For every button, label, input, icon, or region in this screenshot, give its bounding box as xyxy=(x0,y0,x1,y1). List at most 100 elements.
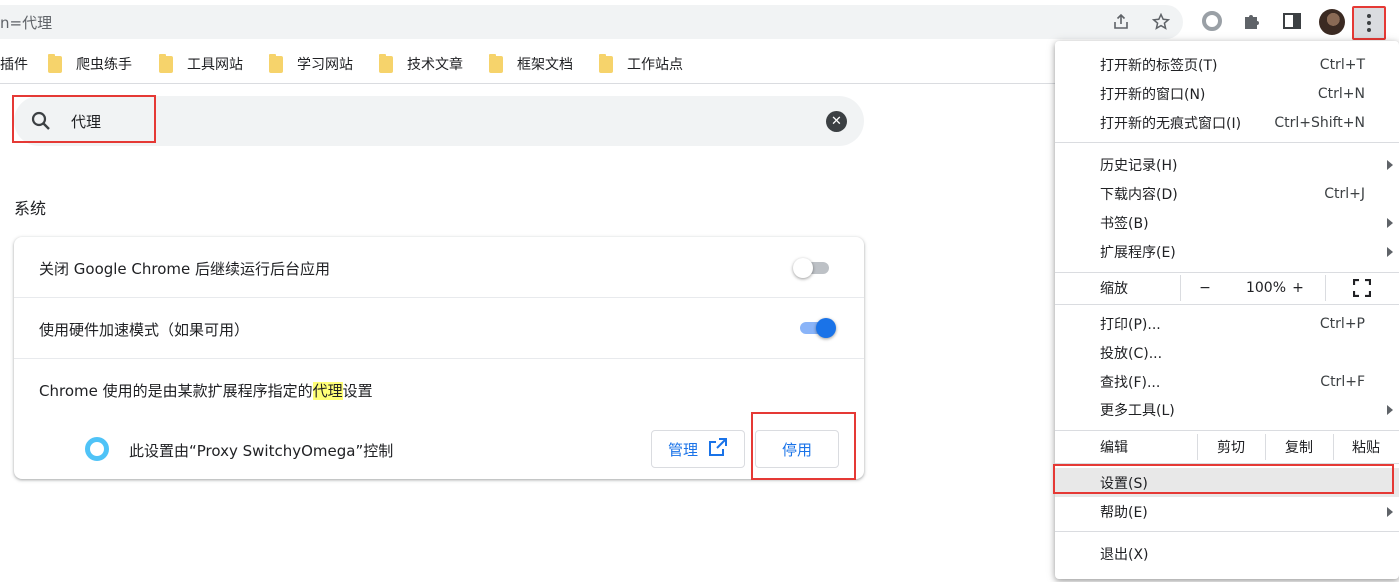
bookmark-label: 工作站点 xyxy=(627,57,683,73)
menu-label: 扩展程序(E) xyxy=(1100,244,1176,261)
bookmark-label: 框架文档 xyxy=(517,57,573,73)
bookmark-folder[interactable]: 工具网站 xyxy=(159,53,243,74)
edit-label: 编辑 xyxy=(1100,440,1128,456)
row-divider xyxy=(14,358,864,359)
menu-label: 退出(X) xyxy=(1100,546,1149,563)
menu-vertical-separator xyxy=(1325,275,1326,301)
menu-item-bookmarks[interactable]: 书签(B) xyxy=(1055,208,1399,237)
submenu-arrow-icon xyxy=(1387,506,1393,517)
bookmark-label: 插件 xyxy=(0,57,28,73)
share-icon[interactable] xyxy=(1112,13,1130,31)
search-match-highlight: 代理 xyxy=(312,382,343,400)
proxy-extension-icon[interactable] xyxy=(1200,9,1224,33)
menu-item-new-window[interactable]: 打开新的窗口(N) Ctrl+N xyxy=(1055,79,1399,108)
folder-icon xyxy=(489,53,503,73)
menu-label: 投放(C)... xyxy=(1100,345,1163,362)
menu-item-new-tab[interactable]: 打开新的标签页(T) Ctrl+T xyxy=(1055,50,1399,79)
submenu-arrow-icon xyxy=(1387,246,1393,257)
menu-item-exit[interactable]: 退出(X) xyxy=(1055,539,1399,568)
menu-separator xyxy=(1055,531,1399,532)
controlled-by-text: 此设置由“Proxy SwitchyOmega”控制 xyxy=(129,442,394,460)
cut-button[interactable]: 剪切 xyxy=(1197,432,1265,462)
menu-item-more-tools[interactable]: 更多工具(L) xyxy=(1055,395,1399,424)
menu-item-find[interactable]: 查找(F)... Ctrl+F xyxy=(1055,367,1399,396)
bookmark-label: 技术文章 xyxy=(407,57,463,73)
menu-label: 更多工具(L) xyxy=(1100,402,1175,419)
menu-zoom-row: 缩放 − 100% + xyxy=(1055,273,1399,303)
extensions-puzzle-icon[interactable] xyxy=(1240,9,1264,33)
side-panel-icon[interactable] xyxy=(1280,9,1304,33)
paste-button[interactable]: 粘贴 xyxy=(1333,432,1399,462)
menu-item-print[interactable]: 打印(P)... Ctrl+P xyxy=(1055,309,1399,338)
row-divider xyxy=(14,297,864,298)
proxy-switchyomega-icon xyxy=(85,437,109,461)
folder-icon xyxy=(269,53,283,73)
menu-edit-row: 编辑 剪切 复制 粘贴 xyxy=(1055,432,1399,462)
bookmark-folder[interactable]: 工作站点 xyxy=(599,53,683,74)
menu-item-downloads[interactable]: 下载内容(D) Ctrl+J xyxy=(1055,179,1399,208)
menu-label: 下载内容(D) xyxy=(1100,186,1178,203)
menu-shortcut: Ctrl+P xyxy=(1319,315,1365,332)
folder-icon xyxy=(599,53,613,73)
bookmark-star-icon[interactable] xyxy=(1152,13,1170,31)
menu-shortcut: Ctrl+J xyxy=(1324,185,1365,202)
menu-shortcut: Ctrl+Shift+N xyxy=(1274,114,1365,131)
menu-label: 打印(P)... xyxy=(1100,316,1161,333)
kebab-dot-icon xyxy=(1367,14,1371,18)
menu-item-cast[interactable]: 投放(C)... xyxy=(1055,338,1399,367)
toggle-knob xyxy=(793,258,813,278)
submenu-arrow-icon xyxy=(1387,217,1393,228)
system-settings-card: 关闭 Google Chrome 后继续运行后台应用 使用硬件加速模式（如果可用… xyxy=(14,237,864,479)
background-apps-label: 关闭 Google Chrome 后继续运行后台应用 xyxy=(39,260,331,278)
search-input[interactable]: 代理 xyxy=(71,111,101,132)
zoom-in-button[interactable]: + xyxy=(1288,273,1308,303)
hardware-acceleration-label: 使用硬件加速模式（如果可用） xyxy=(39,321,250,339)
menu-vertical-separator xyxy=(1180,275,1181,301)
menu-item-history[interactable]: 历史记录(H) xyxy=(1055,150,1399,179)
browser-toolbar: n=代理 xyxy=(0,0,1399,44)
bookmark-item[interactable]: 插件 xyxy=(0,54,28,74)
profile-avatar[interactable] xyxy=(1319,9,1345,35)
chrome-main-menu: 打开新的标签页(T) Ctrl+T 打开新的窗口(N) Ctrl+N 打开新的无… xyxy=(1055,41,1399,579)
menu-shortcut: Ctrl+F xyxy=(1320,373,1365,390)
zoom-label: 缩放 xyxy=(1100,281,1128,297)
folder-icon xyxy=(48,53,62,73)
clear-search-icon[interactable]: ✕ xyxy=(826,111,847,132)
zoom-level: 100% xyxy=(1245,280,1287,296)
menu-label: 打开新的窗口(N) xyxy=(1100,86,1206,103)
menu-shortcut: Ctrl+T xyxy=(1319,56,1365,73)
folder-icon xyxy=(379,53,393,73)
proxy-label-suffix: 设置 xyxy=(342,382,373,400)
folder-icon xyxy=(159,53,173,73)
fullscreen-icon[interactable] xyxy=(1351,273,1373,303)
settings-annotation-box xyxy=(1053,464,1394,494)
section-title: 系统 xyxy=(14,199,47,218)
hardware-acceleration-toggle[interactable] xyxy=(798,317,836,339)
proxy-label-prefix: Chrome 使用的是由某款扩展程序指定的 xyxy=(39,382,313,400)
search-icon xyxy=(30,110,52,132)
open-external-icon xyxy=(708,437,728,461)
toggle-knob xyxy=(816,318,836,338)
address-bar[interactable]: n=代理 xyxy=(0,5,1183,39)
bookmark-label: 爬虫练手 xyxy=(76,57,132,73)
menu-separator xyxy=(1055,304,1399,305)
menu-label: 历史记录(H) xyxy=(1100,157,1178,174)
address-bar-text: n=代理 xyxy=(0,14,53,32)
bookmark-folder[interactable]: 爬虫练手 xyxy=(48,53,132,74)
chrome-menu-button[interactable] xyxy=(1352,6,1386,40)
menu-label: 打开新的标签页(T) xyxy=(1100,57,1218,74)
submenu-arrow-icon xyxy=(1387,159,1393,170)
menu-shortcut: Ctrl+N xyxy=(1317,85,1365,102)
manage-extension-button[interactable]: 管理 xyxy=(651,430,745,468)
menu-item-incognito[interactable]: 打开新的无痕式窗口(I) Ctrl+Shift+N xyxy=(1055,108,1399,137)
disable-annotation-box xyxy=(751,412,856,480)
proxy-settings-label: Chrome 使用的是由某款扩展程序指定的代理设置 xyxy=(39,380,373,401)
copy-button[interactable]: 复制 xyxy=(1265,432,1333,462)
zoom-out-button[interactable]: − xyxy=(1195,273,1215,303)
bookmark-folder[interactable]: 框架文档 xyxy=(489,53,573,74)
menu-item-help[interactable]: 帮助(E) xyxy=(1055,497,1399,526)
background-apps-toggle[interactable] xyxy=(793,257,831,279)
bookmark-folder[interactable]: 学习网站 xyxy=(269,53,353,74)
bookmark-folder[interactable]: 技术文章 xyxy=(379,53,463,74)
menu-item-extensions[interactable]: 扩展程序(E) xyxy=(1055,237,1399,266)
